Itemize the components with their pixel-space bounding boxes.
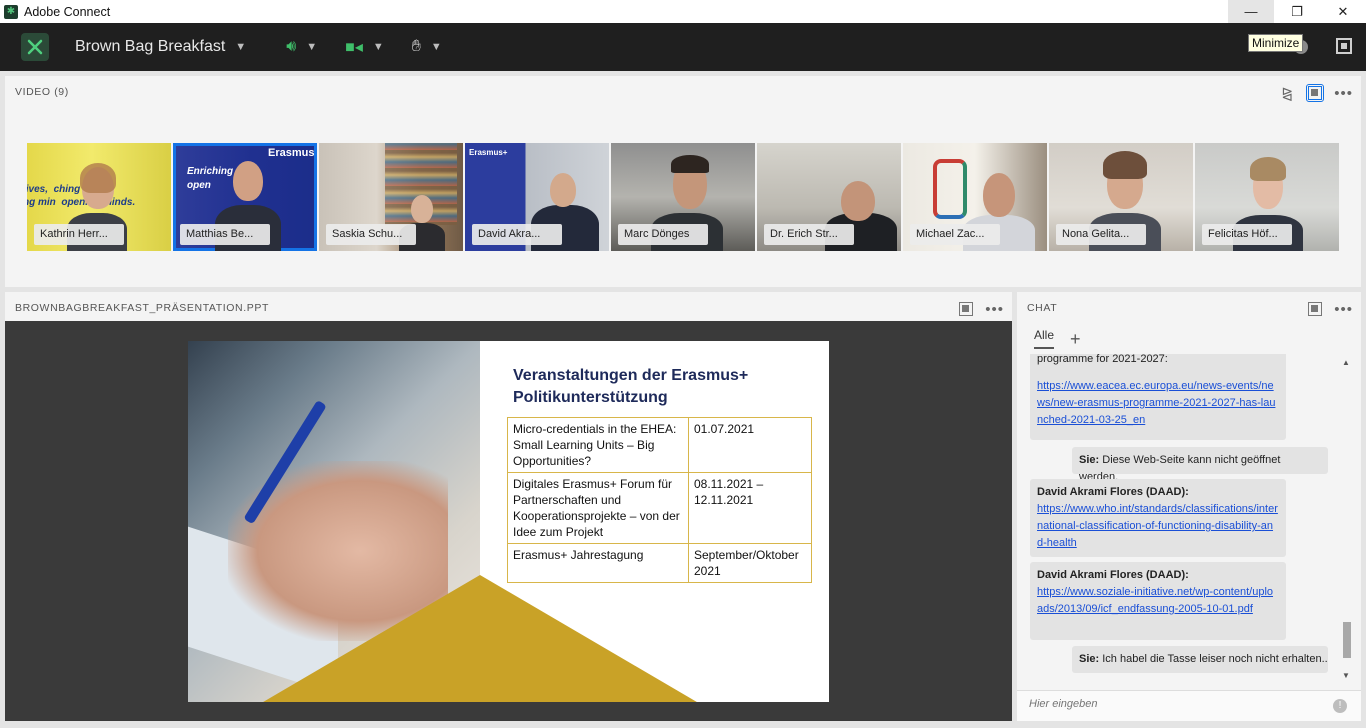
video-tile[interactable]: lives, ching lives, ng min opening minds… — [27, 143, 171, 251]
pod-options-icon[interactable]: ••• — [1334, 85, 1353, 102]
fullscreen-icon[interactable] — [1336, 38, 1352, 54]
meeting-name-menu[interactable]: Brown Bag Breakfast ▼ — [75, 38, 246, 56]
pod-options-icon[interactable]: ••• — [1334, 301, 1353, 318]
slide-decoration — [258, 575, 702, 702]
restore-button[interactable]: ❐ — [1274, 0, 1320, 23]
event-cell: Erasmus+ Jahrestagung — [507, 543, 689, 583]
chat-message: Sie: Diese Web-Seite kann nicht geöffnet… — [1072, 447, 1328, 483]
slide-title-line: Politikunterstützung — [513, 389, 668, 406]
maximize-pod-icon[interactable] — [957, 300, 975, 318]
chat-scrollbar[interactable]: ▲ ▼ — [1342, 354, 1352, 680]
video-tile[interactable]: Saskia Schu... — [319, 143, 463, 251]
presentation-pod: BROWNBAGBREAKFAST_PRÄSENTATION.PPT ••• V… — [5, 292, 1012, 721]
message-text: Ich habel die Tasse leiser noch nicht er… — [1102, 653, 1328, 665]
presentation-pod-title: BROWNBAGBREAKFAST_PRÄSENTATION.PPT — [15, 302, 269, 314]
participant-name: Michael Zac... — [910, 224, 1000, 245]
video-pod: VIDEO (9) ⧎ ••• lives, ching lives, ng m… — [5, 76, 1361, 287]
filmstrip-view-icon[interactable] — [1306, 84, 1325, 102]
message-sender: David Akrami Flores (DAAD): — [1037, 486, 1189, 498]
video-tile[interactable]: Felicitas Höf... — [1195, 143, 1339, 251]
tab-alle[interactable]: Alle — [1034, 328, 1055, 349]
adobe-connect-logo — [21, 33, 49, 61]
mirror-video-icon[interactable]: ⧎ — [1278, 84, 1296, 102]
message-link[interactable]: https://www.who.int/standards/classifica… — [1037, 503, 1278, 549]
participant-name: Kathrin Herr... — [34, 224, 124, 245]
table-row: Digitales Erasmus+ Forum für Partnerscha… — [507, 472, 812, 544]
chevron-down-icon: ▼ — [235, 41, 247, 53]
message-link[interactable]: https://www.soziale-initiative.net/wp-co… — [1037, 586, 1273, 615]
chat-pod-title: CHAT — [1027, 302, 1058, 314]
chat-message: programme for 2021-2027: https://www.eac… — [1030, 354, 1286, 440]
participant-name: Marc Dönges — [618, 224, 708, 245]
pod-options-icon[interactable]: ••• — [985, 301, 1004, 318]
maximize-pod-icon[interactable] — [1306, 300, 1324, 318]
camera-icon: ■◂ — [345, 39, 363, 56]
message-sender: Sie: — [1079, 454, 1100, 466]
video-pod-title: VIDEO (9) — [15, 86, 69, 98]
chat-message: Sie: Ich habel die Tasse leiser noch nic… — [1072, 646, 1328, 673]
video-background-brand: Erasmus — [268, 147, 315, 159]
raise-hand-menu[interactable]: ✋︎ ▼ — [412, 38, 442, 56]
table-row: Micro-credentials in the EHEA: Small Lea… — [507, 417, 812, 473]
participant-name: David Akra... — [472, 224, 562, 245]
meeting-toolbar: Brown Bag Breakfast ▼ 🔊︎ ▼ ■◂ ▼ ✋︎ ▼ — [0, 23, 1366, 71]
video-background-text: Enriching open — [187, 166, 234, 191]
participant-name: Matthias Be... — [180, 224, 270, 245]
message-link[interactable]: https://www.eacea.ec.europa.eu/news-even… — [1037, 380, 1275, 426]
chat-message: David Akrami Flores (DAAD): https://www.… — [1030, 562, 1286, 640]
chat-message-list[interactable]: programme for 2021-2027: https://www.eac… — [1030, 354, 1346, 680]
video-tile[interactable]: Marc Dönges — [611, 143, 755, 251]
event-cell: Digitales Erasmus+ Forum für Partnerscha… — [507, 472, 689, 544]
video-tile[interactable]: Erasmus Enriching open Matthias Be... — [173, 143, 317, 251]
chat-input-bar: ! — [1017, 690, 1361, 721]
slide-title: Veranstaltungen der Erasmus+ Politikunte… — [513, 365, 813, 409]
minimize-button[interactable]: — — [1228, 0, 1274, 23]
close-button[interactable]: ✕ — [1320, 0, 1366, 23]
slide-title-line: Veranstaltungen der Erasmus+ — [513, 367, 749, 384]
table-row: Erasmus+ Jahrestagung September/Oktober … — [507, 543, 812, 583]
meeting-name: Brown Bag Breakfast — [75, 38, 226, 55]
date-cell: 01.07.2021 — [688, 417, 812, 473]
scroll-thumb[interactable] — [1343, 622, 1351, 658]
video-tile[interactable]: Nona Gelita... — [1049, 143, 1193, 251]
adobe-connect-app-icon: ✱ — [4, 4, 18, 19]
info-icon[interactable]: ! — [1333, 699, 1347, 713]
audio-menu[interactable]: 🔊︎ ▼ — [286, 38, 317, 56]
chevron-down-icon: ▼ — [306, 41, 318, 53]
video-tile[interactable]: Michael Zac... — [903, 143, 1047, 251]
hand-icon: ✋︎ — [411, 38, 421, 55]
video-background-brand: Erasmus+ — [469, 148, 508, 157]
event-cell: Micro-credentials in the EHEA: Small Lea… — [507, 417, 689, 473]
window-titlebar: ✱ Adobe Connect — ❐ ✕ — [0, 0, 1366, 23]
message-sender: David Akrami Flores (DAAD): — [1037, 569, 1189, 581]
scroll-up-icon[interactable]: ▲ — [1342, 358, 1350, 367]
camera-menu[interactable]: ■◂ ▼ — [345, 37, 384, 57]
date-cell: 08.11.2021 – 12.11.2021 — [688, 472, 812, 544]
presentation-stage: Veranstaltungen der Erasmus+ Politikunte… — [5, 321, 1012, 721]
speaker-icon: 🔊︎ — [286, 38, 297, 55]
minimize-tooltip: Minimize — [1248, 34, 1304, 52]
chat-message: David Akrami Flores (DAAD): https://www.… — [1030, 479, 1286, 557]
message-text: programme for 2021-2027: — [1037, 354, 1168, 365]
scroll-down-icon[interactable]: ▼ — [1342, 671, 1350, 680]
video-tile[interactable]: Erasmus+ David Akra... — [465, 143, 609, 251]
video-tile[interactable]: Dr. Erich Str... — [757, 143, 901, 251]
presentation-slide[interactable]: Veranstaltungen der Erasmus+ Politikunte… — [188, 341, 829, 702]
participant-name: Felicitas Höf... — [1202, 224, 1292, 245]
window-title: Adobe Connect — [24, 4, 111, 19]
participant-name: Dr. Erich Str... — [764, 224, 854, 245]
add-chat-tab-icon[interactable]: + — [1070, 330, 1081, 348]
chat-pod: CHAT ••• Alle + programme for 2021-2027:… — [1017, 292, 1361, 721]
chat-input[interactable] — [1029, 698, 1319, 710]
message-sender: Sie: — [1079, 653, 1100, 665]
chevron-down-icon: ▼ — [430, 41, 442, 53]
date-cell: September/Oktober 2021 — [688, 543, 812, 583]
participant-name: Saskia Schu... — [326, 224, 416, 245]
slide-events-table: Micro-credentials in the EHEA: Small Lea… — [507, 417, 812, 583]
participant-name: Nona Gelita... — [1056, 224, 1146, 245]
chevron-down-icon: ▼ — [372, 41, 384, 53]
